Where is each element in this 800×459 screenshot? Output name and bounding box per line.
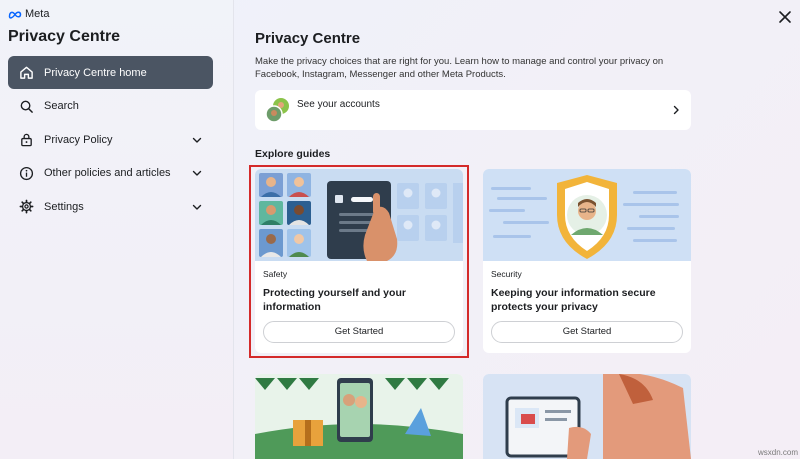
- nav-label: Settings: [44, 200, 84, 213]
- guide-card-celebration[interactable]: [255, 374, 463, 459]
- see-accounts-card[interactable]: See your accounts: [255, 90, 691, 130]
- meta-infinity-icon: [8, 11, 22, 19]
- guide-card-safety[interactable]: Safety Protecting yourself and your info…: [255, 169, 463, 353]
- nav-item-privacy-policy[interactable]: Privacy Policy: [8, 123, 213, 156]
- home-icon: [18, 65, 34, 81]
- guide-category: Security: [491, 269, 522, 279]
- nav-label: Privacy Centre home: [44, 66, 147, 79]
- sidebar-nav: Privacy Centre home Search Privacy Polic…: [8, 56, 213, 224]
- get-started-button[interactable]: Get Started: [491, 321, 683, 343]
- search-icon: [18, 98, 34, 114]
- close-button[interactable]: [776, 8, 794, 26]
- close-icon: [779, 11, 791, 23]
- info-icon: [18, 165, 34, 181]
- guide-title: Protecting yourself and your information: [263, 287, 406, 313]
- nav-label: Search: [44, 100, 79, 112]
- chevron-down-icon[interactable]: [191, 167, 203, 179]
- guide-card-security[interactable]: Security Keeping your information secure…: [483, 169, 691, 353]
- celebration-illustration: [255, 374, 463, 459]
- page-title: Privacy Centre: [255, 30, 361, 47]
- gear-icon: [18, 199, 34, 215]
- accounts-avatars-icon: [265, 98, 289, 123]
- see-accounts-label: See your accounts: [297, 98, 380, 110]
- nav-item-privacy-centre-home[interactable]: Privacy Centre home: [8, 56, 213, 89]
- guide-card-tablet[interactable]: [483, 374, 691, 459]
- guide-title: Keeping your information secure protects…: [491, 287, 656, 313]
- sidebar: Meta Privacy Centre Privacy Centre home …: [0, 0, 234, 459]
- tablet-illustration: [483, 374, 691, 459]
- guide-category: Safety: [263, 269, 288, 279]
- page-description: Make the privacy choices that are right …: [255, 56, 664, 80]
- sidebar-title: Privacy Centre: [8, 28, 121, 45]
- get-started-button[interactable]: Get Started: [263, 321, 455, 343]
- nav-item-other-policies[interactable]: Other policies and articles: [8, 157, 213, 190]
- chevron-right-icon: [673, 105, 679, 115]
- explore-guides-heading: Explore guides: [255, 148, 331, 160]
- security-illustration: [483, 169, 691, 261]
- watermark-text: wsxdn.com: [758, 448, 799, 457]
- nav-label: Privacy Policy: [44, 133, 113, 146]
- chevron-down-icon[interactable]: [191, 134, 203, 146]
- chevron-down-icon[interactable]: [191, 201, 203, 213]
- safety-illustration: [255, 169, 463, 261]
- nav-item-search[interactable]: Search: [8, 90, 213, 123]
- brand-text: Meta: [25, 8, 50, 20]
- meta-logo: Meta: [8, 8, 49, 20]
- lock-icon: [18, 132, 34, 148]
- nav-item-settings[interactable]: Settings: [8, 190, 213, 223]
- nav-label: Other policies and articles: [44, 167, 171, 179]
